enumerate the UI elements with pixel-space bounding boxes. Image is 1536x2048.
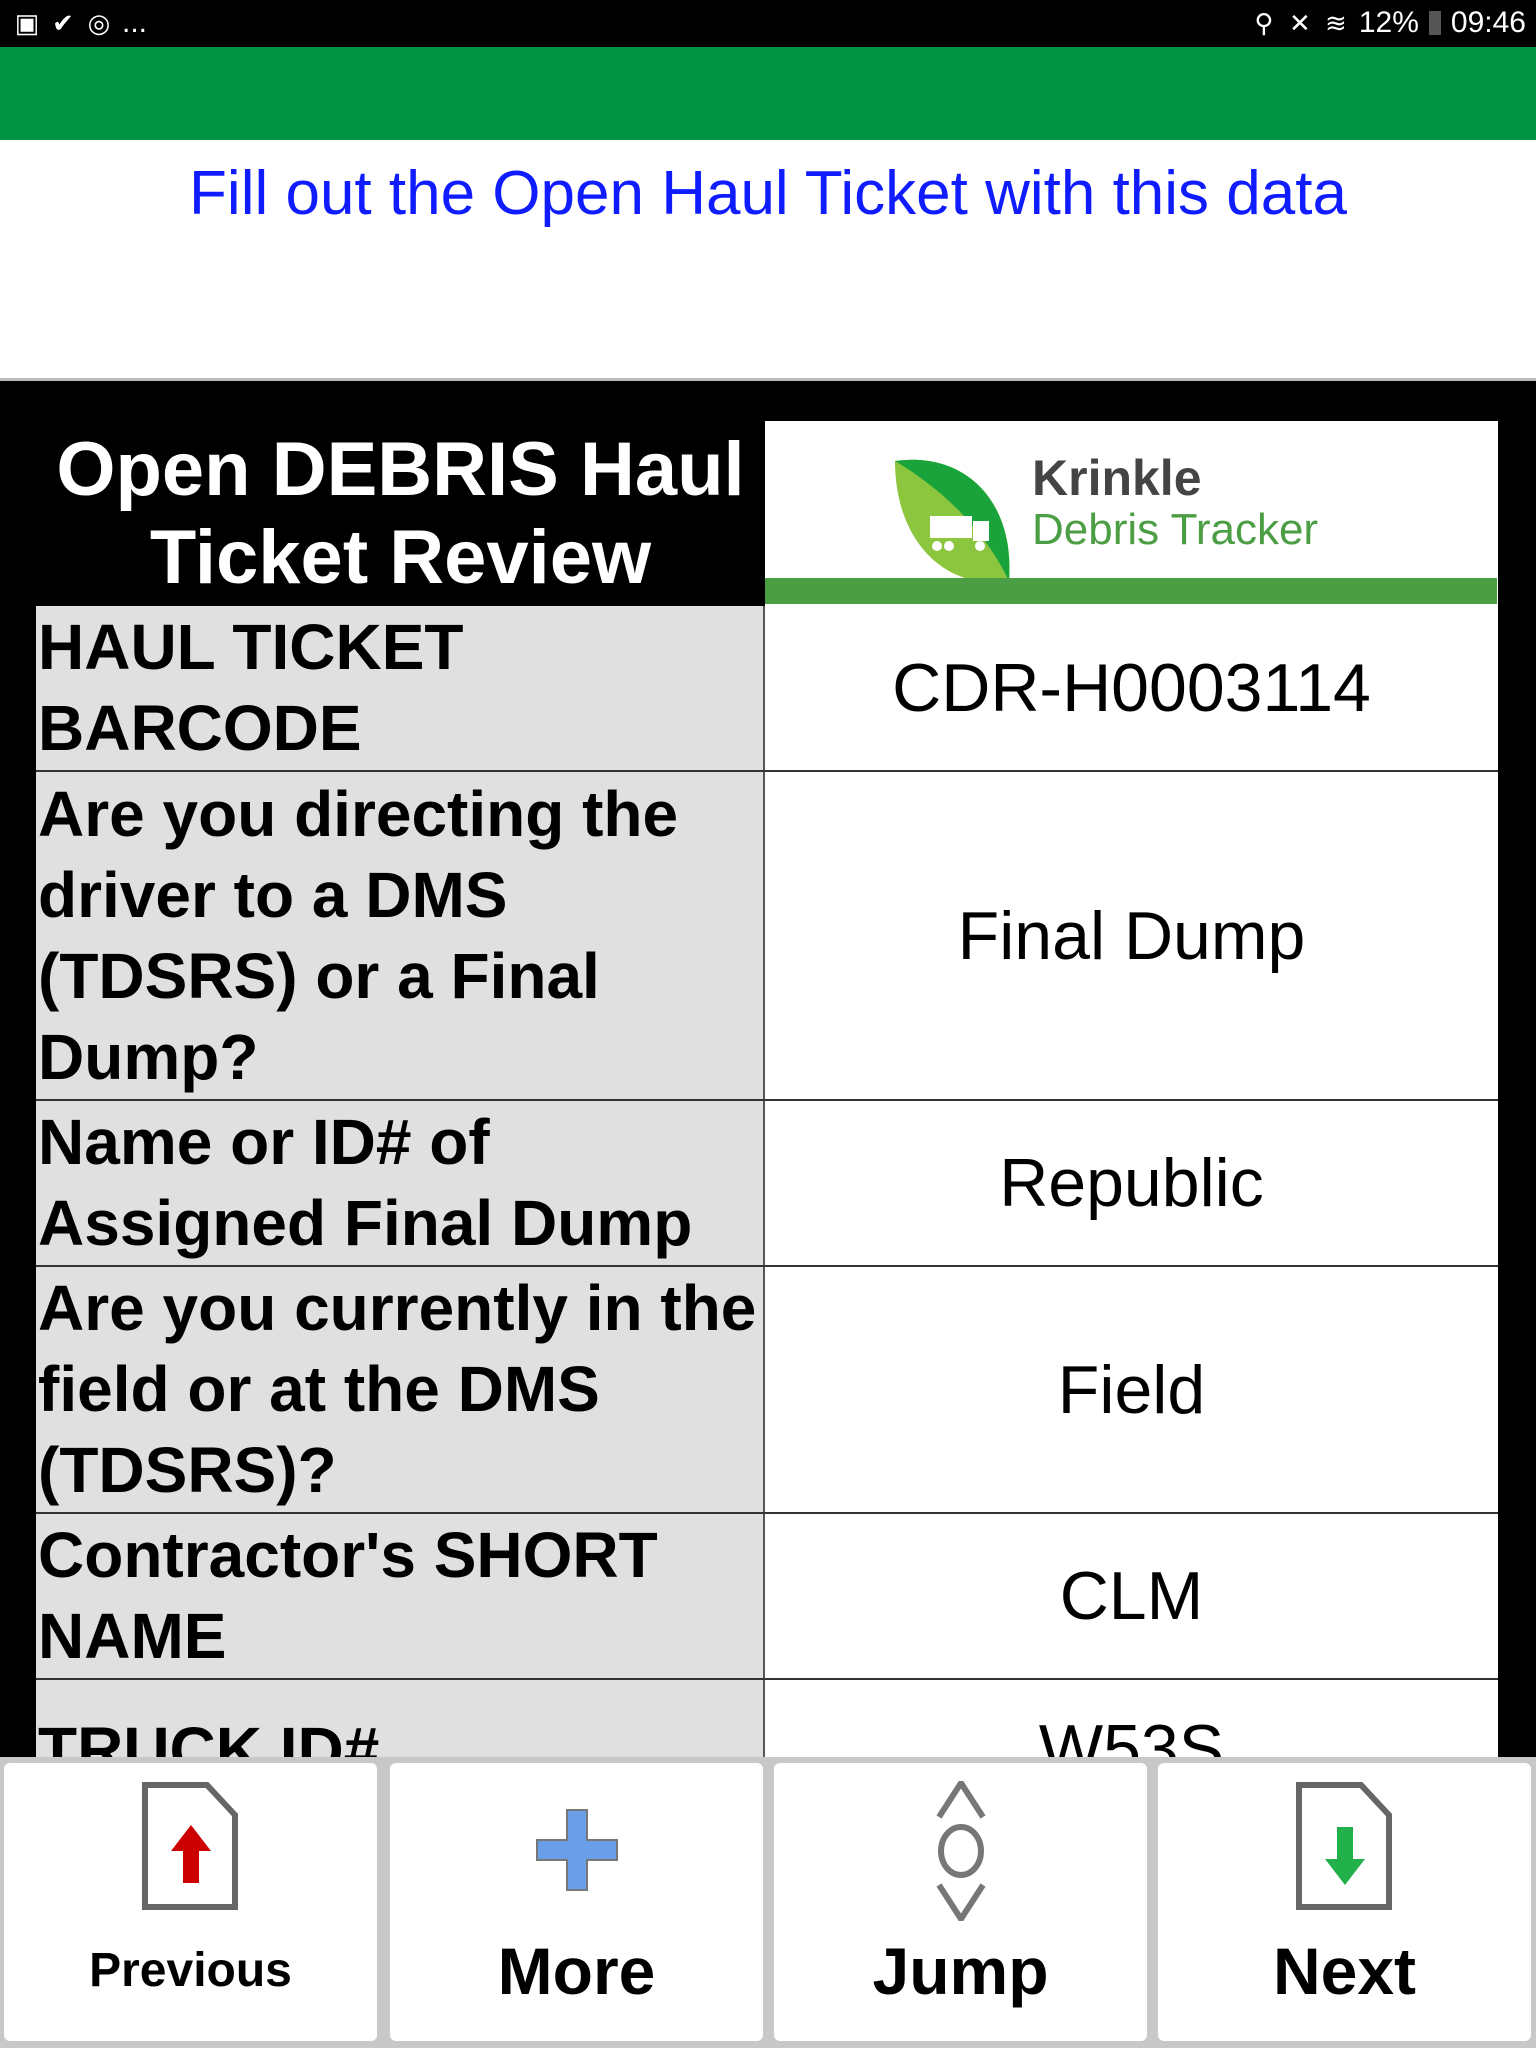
row-value: Republic [765, 1101, 1498, 1265]
row-label: Are you directing the driver to a DMS (T… [36, 772, 765, 1099]
jump-up-down-icon [935, 1781, 986, 1921]
clock: 09:46 [1450, 6, 1526, 39]
table-row: Name or ID# of Assigned Final Dump Republ… [36, 1101, 1498, 1267]
row-label: HAUL TICKET BARCODE [36, 606, 765, 770]
table-row: Are you directing the driver to a DMS (T… [36, 772, 1498, 1101]
previous-label: Previous [89, 1944, 292, 1997]
image-icon: ▣ [14, 8, 40, 38]
mute-icon: ✕ [1288, 8, 1311, 38]
row-value: CDR-H0003114 [765, 606, 1498, 770]
more-button[interactable]: More [390, 1763, 763, 2041]
check-flag-icon: ✔ [52, 8, 74, 38]
next-button[interactable]: Next [1158, 1763, 1531, 2041]
location-icon: ⚲ [1254, 8, 1274, 38]
jump-button[interactable]: Jump [774, 1763, 1147, 2041]
document-down-arrow-icon [1295, 1782, 1392, 1910]
table-row: Contractor's SHORT NAME CLM [36, 1514, 1498, 1680]
table-row: TRUCK ID# W53S [36, 1680, 1498, 1757]
row-value: Field [765, 1267, 1498, 1512]
row-value: Final Dump [765, 772, 1498, 1099]
ticket-review-table[interactable]: Open DEBRIS Haul Ticket Review Krinkle D… [0, 378, 1536, 1757]
row-label: Name or ID# of Assigned Final Dump [36, 1101, 765, 1265]
more-notifications: ... [122, 6, 148, 39]
jump-label: Jump [872, 1934, 1049, 2008]
app-bar [0, 47, 1536, 140]
logo-line1: Krinkle [1032, 450, 1202, 506]
battery-icon [1428, 11, 1441, 35]
table-row: Are you currently in the field or at the… [36, 1267, 1498, 1514]
battery-percent: 12% [1358, 6, 1419, 39]
sync-icon: ◎ [87, 8, 111, 38]
table-title: Open DEBRIS Haul Ticket Review [36, 421, 765, 606]
wifi-icon: ≋ [1324, 8, 1347, 38]
row-value: CLM [765, 1514, 1498, 1678]
previous-button[interactable]: Previous [4, 1763, 377, 2041]
row-label: Contractor's SHORT NAME [36, 1514, 765, 1678]
logo-line2: Debris Tracker [1032, 505, 1319, 554]
krinkle-logo: Krinkle Debris Tracker [765, 421, 1498, 606]
row-label: Are you currently in the field or at the… [36, 1267, 765, 1512]
table-row: HAUL TICKET BARCODE CDR-H0003114 [36, 606, 1498, 772]
bottom-nav: Previous More Jump Next [0, 1757, 1536, 2048]
status-bar: ▣ ✔ ◎ ... ⚲ ✕ ≋ 12% 09:46 [0, 0, 1536, 47]
more-label: More [497, 1934, 656, 2008]
instruction-text: Fill out the Open Haul Ticket with this … [189, 159, 1347, 228]
table-header: Open DEBRIS Haul Ticket Review Krinkle D… [36, 421, 1498, 606]
next-label: Next [1272, 1934, 1417, 2008]
plus-icon [535, 1809, 618, 1891]
row-label: TRUCK ID# [36, 1680, 765, 1757]
row-value: W53S [765, 1680, 1498, 1757]
document-up-arrow-icon [141, 1782, 238, 1910]
